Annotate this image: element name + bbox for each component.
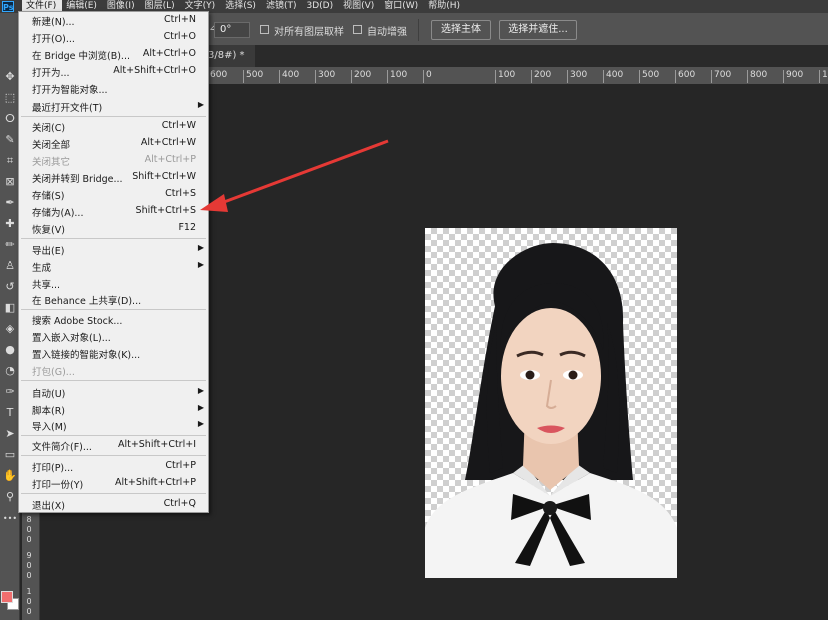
annotation-arrow-line	[215, 139, 389, 207]
annotation-arrow	[200, 139, 389, 212]
annotation-arrow-head	[200, 194, 228, 212]
